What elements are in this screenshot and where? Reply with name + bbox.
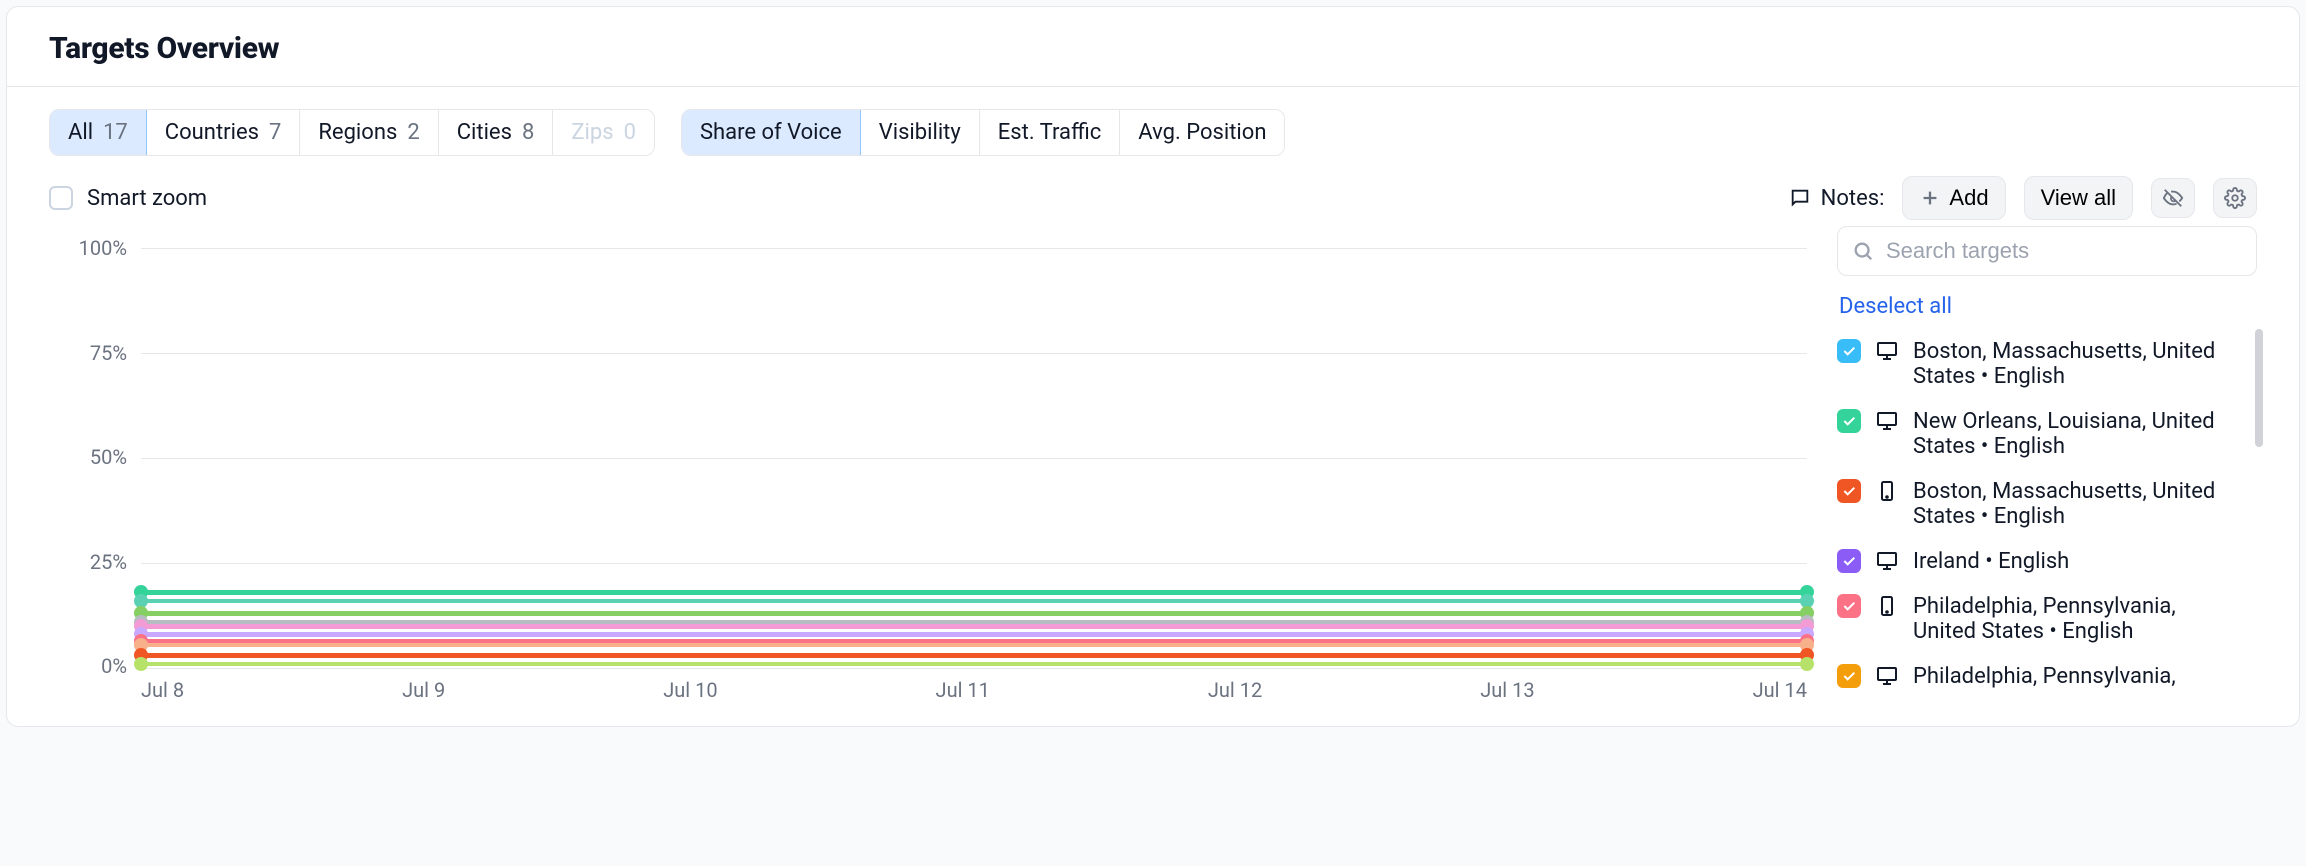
legend-label: New Orleans, Louisiana, United States • … bbox=[1913, 409, 2243, 459]
legend-label: Boston, Massachusetts, United States • E… bbox=[1913, 339, 2243, 389]
scope-tabs: All17Countries7Regions2Cities8Zips0 bbox=[49, 109, 655, 156]
legend-label: Boston, Massachusetts, United States • E… bbox=[1913, 479, 2243, 529]
legend-label: Philadelphia, Pennsylvania, United State… bbox=[1913, 594, 2243, 644]
legend-label: Philadelphia, Pennsylvania, bbox=[1913, 664, 2243, 689]
x-tick-label: Jul 8 bbox=[141, 678, 184, 702]
legend-checkbox[interactable] bbox=[1837, 594, 1861, 618]
eye-off-icon bbox=[2162, 187, 2184, 209]
series-dot bbox=[134, 657, 148, 671]
desktop-icon bbox=[1875, 339, 1899, 363]
controls-row: All17Countries7Regions2Cities8Zips0 Shar… bbox=[7, 87, 2299, 166]
y-tick-label: 25% bbox=[49, 550, 127, 574]
search-icon bbox=[1852, 240, 1874, 262]
series-line bbox=[141, 624, 1807, 629]
add-note-button[interactable]: Add bbox=[1902, 176, 2005, 220]
metric-tabs: Share of VoiceVisibilityEst. TrafficAvg.… bbox=[681, 109, 1286, 156]
y-tick-label: 50% bbox=[49, 445, 127, 469]
x-tick-label: Jul 9 bbox=[402, 678, 445, 702]
metric-tab-avg-position[interactable]: Avg. Position bbox=[1120, 110, 1284, 155]
series-line bbox=[141, 643, 1807, 648]
legend-item[interactable]: Philadelphia, Pennsylvania, bbox=[1837, 654, 2243, 689]
legend-checkbox[interactable] bbox=[1837, 409, 1861, 433]
x-tick-label: Jul 11 bbox=[936, 678, 990, 702]
y-tick-label: 75% bbox=[49, 341, 127, 365]
deselect-all-link[interactable]: Deselect all bbox=[1839, 294, 2255, 319]
smart-zoom-toggle[interactable]: Smart zoom bbox=[49, 186, 207, 211]
legend-checkbox[interactable] bbox=[1837, 664, 1861, 688]
legend-list: Boston, Massachusetts, United States • E… bbox=[1837, 329, 2257, 689]
series-line bbox=[141, 599, 1807, 604]
y-tick-label: 100% bbox=[49, 236, 127, 260]
scope-tab-zips: Zips0 bbox=[553, 110, 654, 155]
scope-tab-countries[interactable]: Countries7 bbox=[147, 110, 301, 155]
targets-sidebar: Deselect all Boston, Massachusetts, Unit… bbox=[1837, 226, 2257, 689]
mobile-icon bbox=[1875, 594, 1899, 618]
series-line bbox=[141, 662, 1807, 667]
gridline bbox=[141, 248, 1807, 249]
x-tick-label: Jul 12 bbox=[1208, 678, 1262, 702]
body-grid: 0%25%50%75%100% Jul 8Jul 9Jul 10Jul 11Ju… bbox=[7, 220, 2299, 726]
hide-button[interactable] bbox=[2151, 178, 2195, 218]
legend-item[interactable]: Philadelphia, Pennsylvania, United State… bbox=[1837, 584, 2243, 654]
smart-zoom-label: Smart zoom bbox=[87, 186, 207, 211]
view-all-notes-button[interactable]: View all bbox=[2024, 176, 2133, 220]
notes-label: Notes: bbox=[1789, 186, 1885, 211]
legend-checkbox[interactable] bbox=[1837, 339, 1861, 363]
gridline bbox=[141, 458, 1807, 459]
targets-overview-panel: Targets Overview All17Countries7Regions2… bbox=[6, 6, 2300, 727]
scope-tab-cities[interactable]: Cities8 bbox=[439, 110, 554, 155]
desktop-icon bbox=[1875, 549, 1899, 573]
page-title: Targets Overview bbox=[7, 7, 2299, 87]
notes-icon bbox=[1789, 187, 1811, 209]
gridline bbox=[141, 353, 1807, 354]
metric-tab-visibility[interactable]: Visibility bbox=[861, 110, 980, 155]
chart-plot[interactable] bbox=[141, 248, 1807, 668]
metric-tab-share-of-voice[interactable]: Share of Voice bbox=[682, 110, 861, 155]
y-axis-labels: 0%25%50%75%100% bbox=[49, 248, 127, 666]
series-dot bbox=[1800, 657, 1814, 671]
series-line bbox=[141, 632, 1807, 637]
plus-icon bbox=[1919, 187, 1941, 209]
chart-area: 0%25%50%75%100% Jul 8Jul 9Jul 10Jul 11Ju… bbox=[49, 226, 1807, 702]
settings-button[interactable] bbox=[2213, 178, 2257, 218]
legend-checkbox[interactable] bbox=[1837, 549, 1861, 573]
series-line bbox=[141, 611, 1807, 616]
legend: Boston, Massachusetts, United States • E… bbox=[1837, 329, 2257, 689]
series-line bbox=[141, 653, 1807, 658]
gear-icon bbox=[2224, 187, 2246, 209]
legend-item[interactable]: Ireland • English bbox=[1837, 539, 2243, 584]
scope-tab-all[interactable]: All17 bbox=[50, 110, 147, 155]
legend-item[interactable]: Boston, Massachusetts, United States • E… bbox=[1837, 329, 2243, 399]
legend-scrollbar[interactable] bbox=[2255, 329, 2263, 447]
series-line bbox=[141, 590, 1807, 595]
x-axis-labels: Jul 8 Jul 9 Jul 10 Jul 11 Jul 12 Jul 13 Jul 14 bbox=[141, 678, 1807, 702]
x-tick-label: Jul 14 bbox=[1753, 678, 1807, 702]
legend-item[interactable]: New Orleans, Louisiana, United States • … bbox=[1837, 399, 2243, 469]
gridline bbox=[141, 668, 1807, 669]
scope-tab-regions[interactable]: Regions2 bbox=[300, 110, 438, 155]
x-tick-label: Jul 13 bbox=[1480, 678, 1534, 702]
legend-label: Ireland • English bbox=[1913, 549, 2243, 574]
metric-tab-est-traffic[interactable]: Est. Traffic bbox=[980, 110, 1121, 155]
y-tick-label: 0% bbox=[49, 654, 127, 678]
x-tick-label: Jul 10 bbox=[663, 678, 717, 702]
legend-item[interactable]: Boston, Massachusetts, United States • E… bbox=[1837, 469, 2243, 539]
desktop-icon bbox=[1875, 664, 1899, 688]
legend-checkbox[interactable] bbox=[1837, 479, 1861, 503]
search-input-wrapper[interactable] bbox=[1837, 226, 2257, 276]
toolbar-row: Smart zoom Notes: Add View all bbox=[7, 166, 2299, 220]
gridline bbox=[141, 563, 1807, 564]
desktop-icon bbox=[1875, 409, 1899, 433]
search-input[interactable] bbox=[1884, 237, 2242, 265]
smart-zoom-checkbox[interactable] bbox=[49, 186, 73, 210]
mobile-icon bbox=[1875, 479, 1899, 503]
